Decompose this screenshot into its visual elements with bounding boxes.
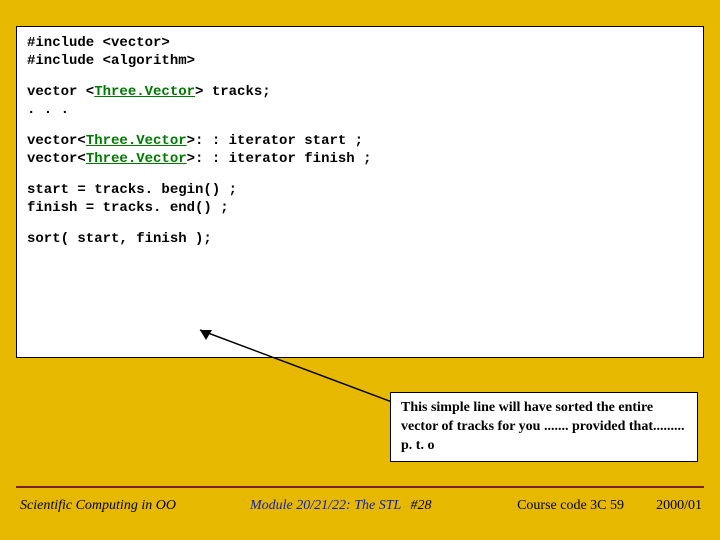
code-text: vector<: [27, 133, 86, 149]
code-text: >: : iterator start ;: [187, 133, 363, 149]
code-text: vector<: [27, 151, 86, 167]
footer-divider: [16, 486, 704, 488]
footer-module-text: Module 20/21/22: The STL: [250, 498, 401, 513]
code-line: vector<Three.Vector>: : iterator start ;: [27, 133, 693, 151]
code-line: #include <vector>: [27, 35, 693, 53]
code-type: Three.Vector: [86, 151, 187, 167]
code-includes: #include <vector> #include <algorithm>: [27, 35, 693, 70]
code-line: vector<Three.Vector>: : iterator finish …: [27, 151, 693, 169]
slide-footer: Scientific Computing in OO Module 20/21/…: [0, 498, 720, 528]
code-line: sort( start, finish );: [27, 231, 693, 249]
code-line: finish = tracks. end() ;: [27, 200, 693, 218]
code-declaration: vector <Three.Vector> tracks; . . .: [27, 84, 693, 119]
code-text: >: : iterator finish ;: [187, 151, 372, 167]
footer-year: 2000/01: [656, 498, 702, 514]
code-type: Three.Vector: [86, 133, 187, 149]
code-text: > tracks;: [195, 84, 271, 100]
code-panel: #include <vector> #include <algorithm> v…: [16, 26, 704, 358]
code-line: . . .: [27, 102, 693, 120]
code-assignments: start = tracks. begin() ; finish = track…: [27, 182, 693, 217]
code-line: start = tracks. begin() ;: [27, 182, 693, 200]
code-type: Three.Vector: [94, 84, 195, 100]
code-line: #include <algorithm>: [27, 53, 693, 71]
annotation-callout: This simple line will have sorted the en…: [390, 392, 698, 462]
code-iterators: vector<Three.Vector>: : iterator start ;…: [27, 133, 693, 168]
annotation-text: This simple line will have sorted the en…: [401, 400, 684, 453]
code-sort-call: sort( start, finish );: [27, 231, 693, 249]
footer-left: Scientific Computing in OO: [20, 498, 176, 514]
footer-slide-number: #28: [411, 498, 432, 513]
footer-module: Module 20/21/22: The STL #28: [250, 498, 432, 514]
code-line: vector <Three.Vector> tracks;: [27, 84, 693, 102]
code-text: vector <: [27, 84, 94, 100]
footer-course: Course code 3C 59: [517, 498, 624, 514]
